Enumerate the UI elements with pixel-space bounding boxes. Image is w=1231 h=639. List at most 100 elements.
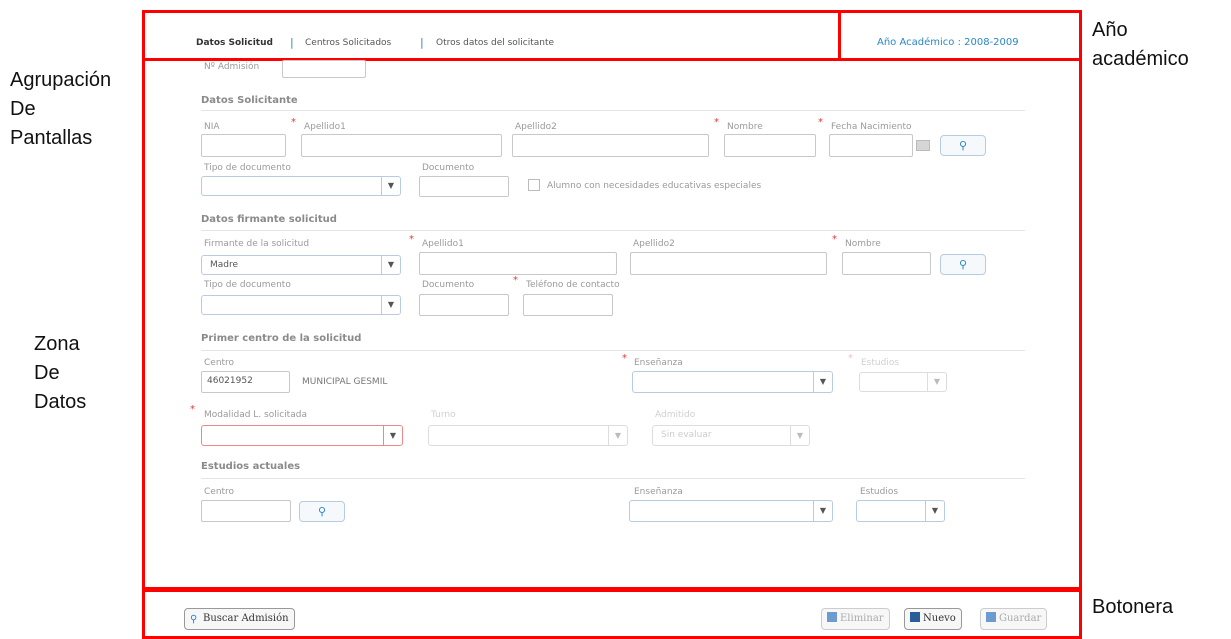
admision-input[interactable]: [282, 60, 366, 78]
academic-year: Año Académico : 2008-2009: [877, 37, 1019, 48]
chevron-down-icon: ▼: [927, 373, 946, 391]
nia-label: NIA: [204, 122, 220, 132]
apellido2-label: Apellido2: [515, 122, 557, 132]
nombre-label: Nombre: [727, 122, 763, 132]
centro-name: MUNICIPAL GESMIL: [302, 377, 388, 387]
firmante-tipo-documento-label: Tipo de documento: [204, 280, 291, 290]
required-marker: *: [291, 117, 296, 128]
section-divider: [201, 110, 1025, 111]
guardar-button[interactable]: Guardar: [980, 608, 1048, 630]
firmante-nombre-input[interactable]: [842, 252, 931, 275]
calendar-icon[interactable]: [916, 140, 930, 151]
buscar-admision-button[interactable]: ⚲ Buscar Admisión: [184, 608, 295, 630]
tab-otros-datos[interactable]: Otros datos del solicitante: [436, 38, 554, 48]
telefono-input[interactable]: [523, 294, 613, 316]
actual-ensenanza-label: Enseñanza: [634, 487, 683, 497]
save-icon: [986, 612, 996, 622]
nuevo-label: Nuevo: [923, 613, 956, 624]
search-icon: ⚲: [190, 614, 198, 625]
required-marker: *: [848, 353, 853, 364]
search-firmante-button[interactable]: ⚲: [940, 254, 986, 275]
firmante-documento-label: Documento: [422, 280, 475, 290]
eliminar-label: Eliminar: [840, 613, 884, 624]
required-marker: *: [832, 234, 837, 245]
chevron-down-icon: ▼: [925, 501, 944, 521]
admision-label: Nº Admisión: [204, 62, 260, 72]
estudios-select[interactable]: ▼: [859, 372, 947, 392]
section-primer-centro: Primer centro de la solicitud: [201, 333, 362, 344]
guardar-label: Guardar: [999, 613, 1042, 624]
search-centro-button[interactable]: ⚲: [299, 501, 345, 522]
tab-separator: |: [290, 36, 294, 49]
tab-centros-solicitados[interactable]: Centros Solicitados: [305, 38, 391, 48]
nia-input[interactable]: [201, 134, 286, 157]
annotation-botonera: Botonera: [1092, 596, 1174, 618]
tabs-region-box: [142, 10, 841, 61]
chevron-down-icon: ▼: [790, 426, 809, 445]
actual-ensenanza-select[interactable]: ▼: [629, 500, 833, 522]
section-divider: [201, 478, 1025, 479]
required-marker: *: [190, 404, 195, 415]
ensenanza-label: Enseñanza: [634, 358, 683, 368]
firmante-select[interactable]: Madre ▼: [201, 255, 401, 275]
firmante-tipo-documento-select[interactable]: ▼: [201, 295, 401, 315]
ensenanza-select[interactable]: ▼: [632, 371, 833, 393]
section-estudios-actuales: Estudios actuales: [201, 461, 301, 472]
search-solicitante-button[interactable]: ⚲: [940, 135, 986, 156]
tipo-documento-label: Tipo de documento: [204, 163, 291, 173]
estudios-label: Estudios: [861, 358, 900, 368]
actual-estudios-select[interactable]: ▼: [856, 500, 945, 522]
section-divider: [201, 350, 1025, 351]
modalidad-label: Modalidad L. solicitada: [204, 410, 307, 420]
search-icon: ⚲: [958, 258, 968, 271]
firmante-apellido1-input[interactable]: [419, 252, 617, 275]
eliminar-button[interactable]: Eliminar: [821, 608, 890, 630]
year-region-box: [838, 10, 1082, 61]
annotation-zona-datos: Zona De Datos: [34, 333, 87, 413]
nuevo-button[interactable]: Nuevo: [904, 608, 962, 630]
actual-estudios-label: Estudios: [860, 487, 899, 497]
firmante-label: Firmante de la solicitud: [204, 239, 310, 249]
admitido-label: Admitido: [655, 410, 696, 420]
apellido1-input[interactable]: [301, 134, 502, 157]
section-datos-firmante: Datos firmante solicitud: [201, 214, 337, 225]
necesidades-checkbox[interactable]: [528, 179, 540, 191]
admitido-select[interactable]: Sin evaluar ▼: [652, 425, 810, 446]
trash-icon: [827, 612, 837, 622]
fecha-nacimiento-label: Fecha Nacimiento: [831, 122, 912, 132]
documento-input[interactable]: [419, 176, 509, 197]
firmante-value: Madre: [210, 260, 239, 270]
nombre-input[interactable]: [724, 134, 816, 157]
modalidad-select[interactable]: ▼: [201, 425, 403, 446]
required-marker: *: [409, 234, 414, 245]
turno-label: Turno: [431, 410, 456, 420]
actual-centro-label: Centro: [204, 487, 235, 497]
chevron-down-icon: ▼: [608, 426, 627, 445]
admitido-value: Sin evaluar: [661, 430, 712, 440]
tab-datos-solicitud[interactable]: Datos Solicitud: [196, 38, 273, 48]
firmante-documento-input[interactable]: [419, 294, 509, 316]
necesidades-label: Alumno con necesidades educativas especi…: [547, 181, 762, 191]
turno-select[interactable]: ▼: [428, 425, 628, 446]
chevron-down-icon: ▼: [383, 426, 402, 445]
firmante-nombre-label: Nombre: [845, 239, 881, 249]
fecha-nacimiento-input[interactable]: [829, 134, 913, 157]
search-icon: ⚲: [317, 505, 327, 518]
search-icon: ⚲: [958, 139, 968, 152]
apellido1-label: Apellido1: [304, 122, 346, 132]
actual-centro-input[interactable]: [201, 500, 291, 522]
tab-separator: |: [420, 36, 424, 49]
tipo-documento-select[interactable]: ▼: [201, 176, 401, 196]
section-datos-solicitante: Datos Solicitante: [201, 95, 298, 106]
firmante-apellido2-input[interactable]: [630, 252, 827, 275]
documento-label: Documento: [422, 163, 475, 173]
required-marker: *: [513, 275, 518, 286]
chevron-down-icon: ▼: [813, 501, 832, 521]
centro-label: Centro: [204, 358, 235, 368]
buscar-admision-label: Buscar Admisión: [203, 613, 289, 624]
centro-code-field[interactable]: 46021952: [201, 371, 290, 393]
new-document-icon: [910, 612, 920, 622]
apellido2-input[interactable]: [512, 134, 709, 157]
chevron-down-icon: ▼: [381, 296, 400, 314]
required-marker: *: [714, 117, 719, 128]
